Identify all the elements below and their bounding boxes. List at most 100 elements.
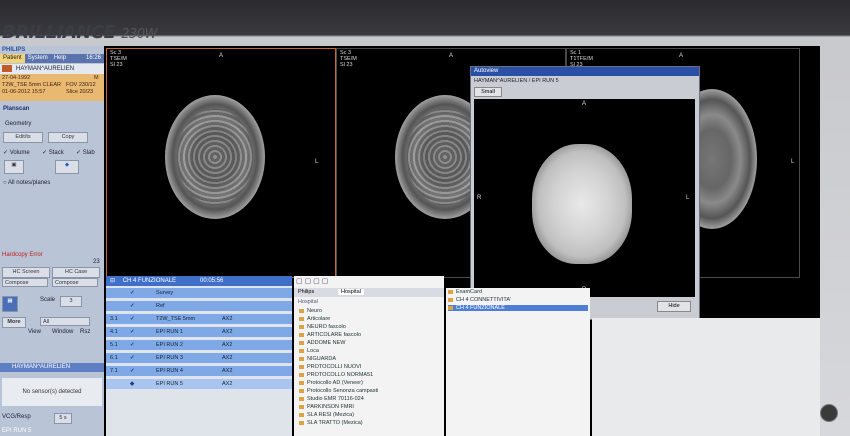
stack-option[interactable]: ✓ Stack [42, 149, 64, 156]
viewport-1-orient-top: A [219, 53, 224, 59]
protocol-folder[interactable]: SLA TRATTO (Mezica) [299, 420, 363, 426]
scale-input[interactable]: 3 [60, 296, 82, 307]
protocol-toolbar-icons[interactable]: ▢ ▢ ▢ ▢ [296, 277, 328, 285]
all-notes-checkbox[interactable]: ○ All notes/planes [3, 180, 50, 186]
exam-card-item[interactable]: ExamCard [448, 289, 482, 295]
folder-icon [299, 372, 304, 377]
menu-system[interactable]: System [25, 54, 51, 63]
protocol-folder[interactable]: Protocollo AD (Veneer) [299, 380, 363, 386]
vcg-label: VCG/Resp [2, 414, 31, 420]
exam-card-item[interactable]: CH 4 CONNETTIVITA' [448, 297, 511, 303]
protocol-folder[interactable]: Studio EMR 70116-024 [299, 396, 364, 402]
viewport-3-orient-top: A [679, 53, 684, 59]
protocol-folder[interactable]: PROTOCOLLI NUOVI [299, 364, 361, 370]
protocol-folder[interactable]: ADDOME NEW [299, 340, 346, 346]
geometry-label: Geometry [5, 121, 32, 127]
menu-patient[interactable]: Patient [0, 54, 25, 63]
protocol-folder[interactable]: Neuro [299, 308, 322, 314]
protocol-folder[interactable]: ARTICOLARE fascolo [299, 332, 361, 338]
scan-row[interactable]: ✓ Survey [106, 288, 292, 298]
menu-bar: Patient System Help 16:26 [0, 54, 104, 63]
vendor-logo: PHILIPS [2, 47, 26, 53]
exam-card-item[interactable]: CH 4 FUNZIONALE [448, 305, 588, 311]
footer-status: EPI RUN 5 [2, 428, 32, 434]
viewport-3-orient-right: L [791, 159, 795, 165]
tab-hospital[interactable]: Hospital [338, 289, 364, 295]
patient-bar[interactable]: HAYMAN^AURELIEN [0, 64, 104, 74]
vcg-input[interactable]: 5 s [54, 413, 72, 424]
filter-dropdown[interactable]: All [40, 317, 90, 326]
protocol-search[interactable]: Hospital [298, 299, 318, 305]
viewport-1-info: Sc 3 TSE/M Sl 23 [110, 50, 127, 68]
protocol-tabs: Philips Hospital [294, 288, 444, 297]
protocol-folder[interactable]: Articolare [299, 316, 330, 322]
sex: M [94, 75, 99, 81]
compose-dropdown[interactable]: Compose [2, 278, 48, 287]
edit-button[interactable]: Edit/ts [3, 132, 43, 143]
folder-icon [299, 380, 304, 385]
folder-icon [299, 388, 304, 393]
scan-row[interactable]: 3.1 ✓ T2W_TSE 5mm AX2 [106, 314, 292, 324]
autoview-orient-right: L [686, 195, 690, 201]
protocol-folder[interactable]: PARKINSON FMRI [299, 404, 354, 410]
clock: 16:26 [85, 55, 101, 61]
scan-datetime: 01-06-2012 15:57 [2, 89, 46, 95]
volume-icon[interactable]: ▣ [4, 160, 24, 174]
patient-row[interactable]: HAYMAN^AURELIEN [0, 363, 104, 372]
autoview-title: Autoview [471, 67, 699, 76]
viewport-1[interactable]: Sc 3 TSE/M Sl 23 A L [106, 48, 336, 278]
folder-icon [448, 305, 453, 310]
scan-queue: ⊟ CH 4 FUNZIONALE 00:05:56 ✓ Survey ✓ Ref 3.… [106, 276, 292, 436]
scan-row[interactable]: 6.1 ✓ EPI RUN 3 AX2 [106, 353, 292, 363]
scan-row[interactable]: 7.1 ✓ EPI RUN 4 AX2 [106, 366, 292, 376]
exam-card-list: ExamCard CH 4 CONNETTIVITA' CH 4 FUNZIONAL… [446, 288, 590, 436]
autoview-dialog: Autoview HAYMAN^AURELIEN / EPI RUN 5 Sma… [470, 66, 700, 320]
scan-row[interactable]: ◆ EPI RUN 5 AX2 [106, 379, 292, 389]
monitor-brand: BRILLIANCE 230W [2, 22, 157, 43]
layout-icon[interactable]: ▦ [2, 296, 18, 312]
hc-screen-button[interactable]: HC Screen [2, 267, 50, 278]
protocol-folder[interactable]: Protocollo Senonza campasti [299, 388, 378, 394]
autoview-image: A P R L [474, 99, 695, 297]
power-button-icon[interactable] [820, 404, 838, 422]
protocol-folder[interactable]: NIGUARDA [299, 356, 336, 362]
folder-icon [299, 348, 304, 353]
protocol-folder[interactable]: SLA RESI (Mezica) [299, 412, 354, 418]
menu-help[interactable]: Help [51, 54, 69, 63]
protocol-folder[interactable]: PROTOCOLLO NORMA51 [299, 372, 373, 378]
folder-icon [299, 332, 304, 337]
scan-row[interactable]: 4.1 ✓ EPI RUN 1 AX2 [106, 327, 292, 337]
scan-row[interactable]: ✓ Ref [106, 301, 292, 311]
hc-case-button[interactable]: HC Case [52, 267, 100, 278]
more-button[interactable]: More [2, 317, 26, 328]
scan-name: T2W_TSE 5mm CLEAR [2, 82, 61, 88]
window-label: Window [52, 329, 74, 335]
protocol-folder[interactable]: Loca [299, 348, 319, 354]
scan-queue-header: ⊟ CH 4 FUNZIONALE 00:05:56 [106, 276, 292, 286]
birth-date: 27-04-1992 [2, 75, 31, 81]
folder-icon [299, 340, 304, 345]
view-label: View [28, 329, 41, 335]
folder-icon [448, 289, 453, 294]
compose-dropdown-2[interactable]: Compose [52, 278, 98, 287]
tab-philips[interactable]: Philips [298, 289, 314, 295]
folder-icon [299, 420, 304, 425]
patient-name: HAYMAN^AURELIEN [16, 66, 75, 72]
small-button[interactable]: Small [474, 87, 502, 97]
scale-label: Scale [40, 297, 56, 303]
fov: FOV 230/12 [66, 82, 96, 88]
viewport-1-orient-right: L [315, 159, 319, 165]
folder-icon [299, 324, 304, 329]
sensor-status: No sensor(s) detected [2, 378, 102, 406]
hardcopy-error: Hardcopy Error [2, 252, 43, 258]
folder-icon [299, 396, 304, 401]
rsz-label: Rsz [80, 329, 91, 335]
scan-row[interactable]: 5.1 ✓ EPI RUN 2 AX2 [106, 340, 292, 350]
slab-option[interactable]: ✓ Slab [76, 149, 95, 156]
patient-icon [2, 65, 12, 72]
hide-button[interactable]: Hide [657, 301, 691, 312]
stack-icon[interactable]: ◆ [55, 160, 79, 174]
volume-option[interactable]: ✓ Volume [3, 149, 30, 156]
copy-button[interactable]: Copy [48, 132, 88, 143]
protocol-folder[interactable]: NEURO fascolo [299, 324, 346, 330]
